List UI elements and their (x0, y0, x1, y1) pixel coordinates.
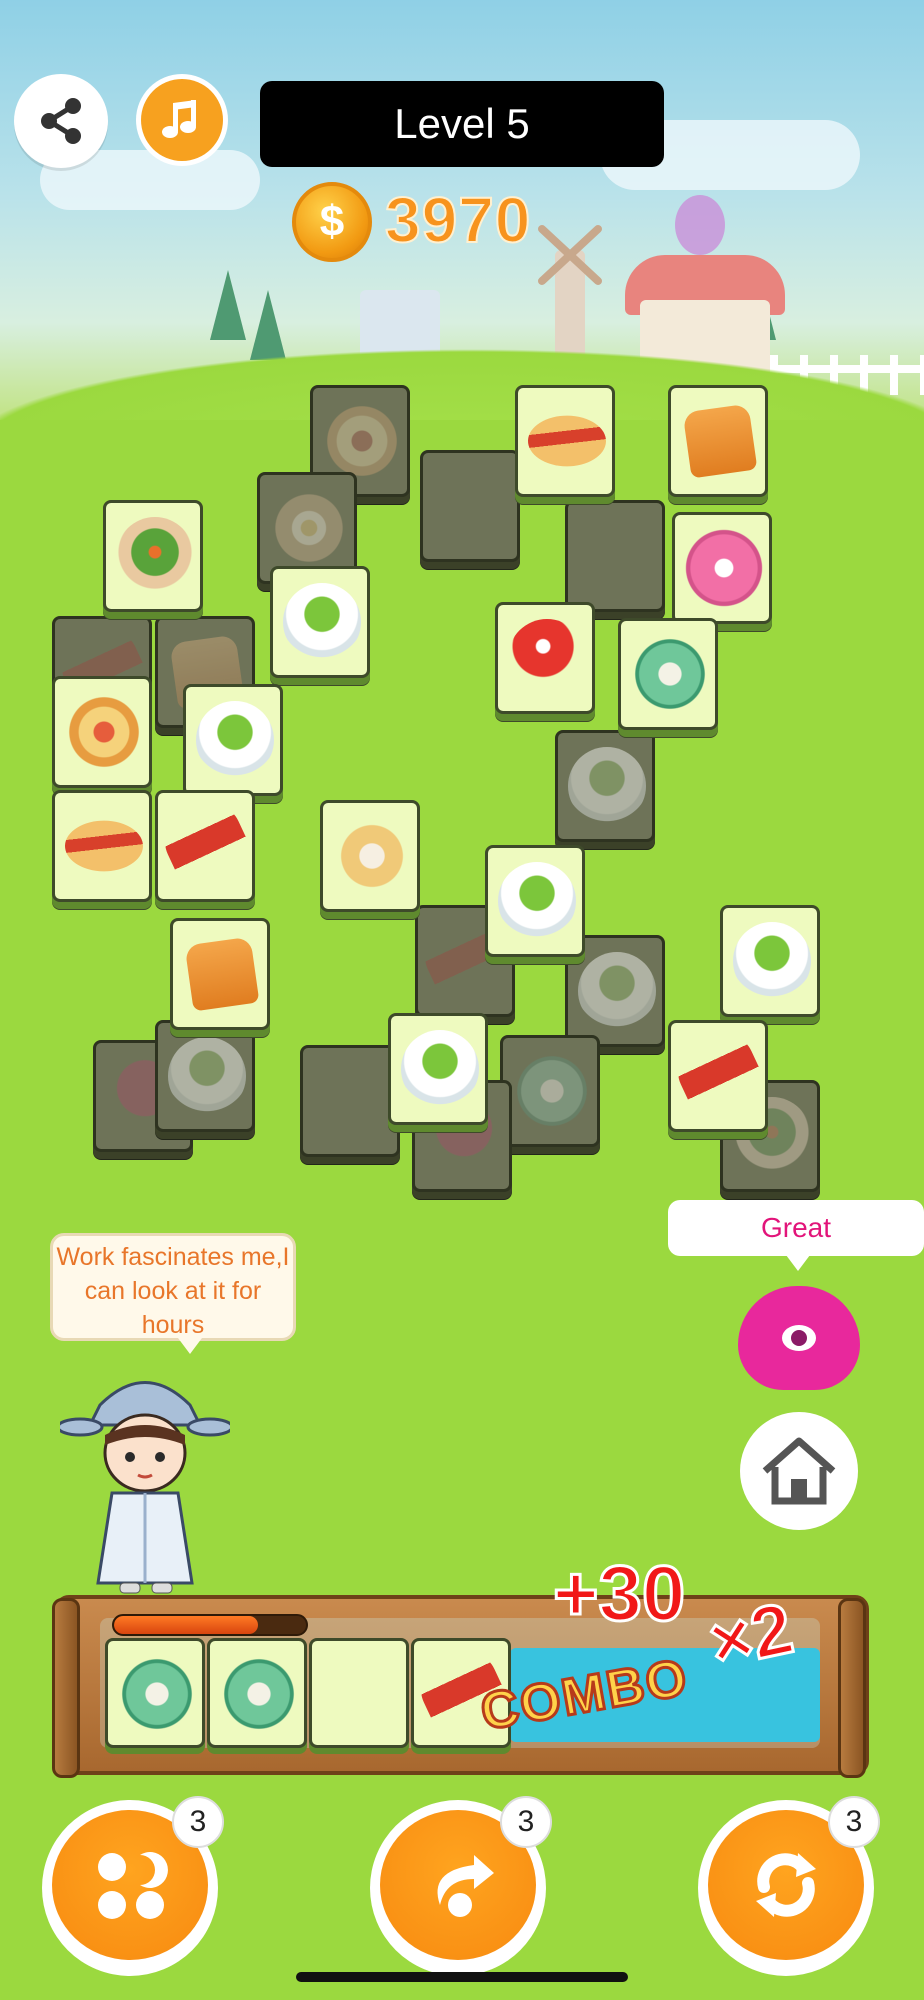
tile-melon (420, 450, 520, 562)
hotdog-icon (58, 816, 150, 876)
bowl-icon (168, 1037, 246, 1115)
bread-icon (184, 936, 260, 1012)
bowl-icon (568, 747, 646, 825)
tile-bowl[interactable] (485, 845, 585, 957)
pet-speech-bubble: Great (668, 1200, 924, 1256)
tile-bread[interactable] (170, 918, 270, 1030)
pet-button[interactable] (738, 1286, 860, 1390)
tray-slot-melon (309, 1638, 409, 1748)
tray-icon (513, 1052, 591, 1130)
tray-post (838, 1598, 866, 1778)
shuffle-button[interactable]: 3 (42, 1796, 224, 1976)
speech-bubble-tail (786, 1255, 810, 1271)
windmill-blades (538, 225, 602, 285)
tray-icon (220, 1655, 298, 1733)
tile-melon (565, 500, 665, 612)
tray-post (52, 1598, 80, 1778)
tile-bowl (155, 1020, 255, 1132)
salad-icon (116, 517, 194, 595)
home-indicator (296, 1972, 628, 1982)
share-button[interactable] (14, 74, 108, 168)
tile-hotdog[interactable] (515, 385, 615, 497)
undo-count-badge: 3 (500, 1796, 552, 1848)
tile-bread[interactable] (668, 385, 768, 497)
tray-icon (631, 635, 709, 713)
shuffle-count-badge: 3 (172, 1796, 224, 1848)
home-button[interactable] (740, 1412, 858, 1530)
combo-multiplier: ×2 (701, 1587, 801, 1685)
sandwich-icon (333, 817, 411, 895)
hotdog-icon (521, 411, 613, 471)
berry-icon (508, 619, 586, 697)
bowl-icon (401, 1030, 479, 1108)
tile-hotdog[interactable] (52, 790, 152, 902)
burger-icon (65, 693, 143, 771)
music-button-face (141, 79, 223, 161)
undo-icon (437, 1855, 494, 1917)
speech-bubble-tail (178, 1338, 202, 1354)
bowl-icon (498, 862, 576, 940)
bowl-icon (283, 583, 361, 661)
tile-melon (300, 1045, 400, 1157)
sausage-icon (155, 794, 259, 898)
melon-icon (313, 1062, 391, 1140)
music-button[interactable] (136, 74, 228, 166)
shuffle-icon (98, 1852, 168, 1919)
bowl-icon (733, 922, 811, 1000)
tile-sausage[interactable] (668, 1020, 772, 1132)
tray-slot-tray (105, 1638, 205, 1748)
melon-icon (322, 1655, 400, 1733)
score-popup: +30 (551, 1548, 686, 1639)
donut-icon (685, 529, 763, 607)
tile-tray (500, 1035, 600, 1147)
combo-progress-bar (112, 1614, 308, 1636)
melon-icon (578, 517, 656, 595)
tile-burger[interactable] (52, 676, 152, 788)
coin-count: 3970 (384, 183, 532, 257)
balloon (675, 195, 725, 255)
home-icon (762, 1437, 836, 1505)
refresh-button[interactable]: 3 (698, 1796, 880, 1976)
tile-bowl (555, 730, 655, 842)
tray-icon (118, 1655, 196, 1733)
coin-icon: $ (292, 182, 372, 262)
refresh-icon (756, 1853, 816, 1917)
level-title: Level 5 (260, 81, 664, 167)
music-note-icon (162, 100, 196, 138)
character-scholar (60, 1381, 230, 1594)
bowl-icon (578, 952, 656, 1030)
pet-eye-icon (782, 1325, 816, 1351)
tile-berry[interactable] (495, 602, 595, 714)
sausage-icon (668, 1024, 772, 1128)
tile-tray[interactable] (618, 618, 718, 730)
tile-sausage[interactable] (155, 790, 259, 902)
tile-salad[interactable] (103, 500, 203, 612)
tile-bowl[interactable] (183, 684, 283, 796)
tile-bowl[interactable] (720, 905, 820, 1017)
tile-bowl[interactable] (270, 566, 370, 678)
share-icon (41, 98, 81, 144)
burger-icon (323, 402, 401, 480)
tile-donut[interactable] (672, 512, 772, 624)
tile-bowl[interactable] (388, 1013, 488, 1125)
tile-sandwich[interactable] (320, 800, 420, 912)
egg-icon (270, 489, 348, 567)
refresh-count-badge: 3 (828, 1796, 880, 1848)
character-speech-bubble: Work fascinates me,I can look at it for … (50, 1233, 296, 1341)
melon-icon (433, 467, 511, 545)
bowl-icon (196, 701, 274, 779)
undo-button[interactable]: 3 (370, 1796, 552, 1976)
bread-icon (682, 403, 758, 479)
combo-progress-fill (114, 1616, 258, 1634)
tray-slot-tray (207, 1638, 307, 1748)
